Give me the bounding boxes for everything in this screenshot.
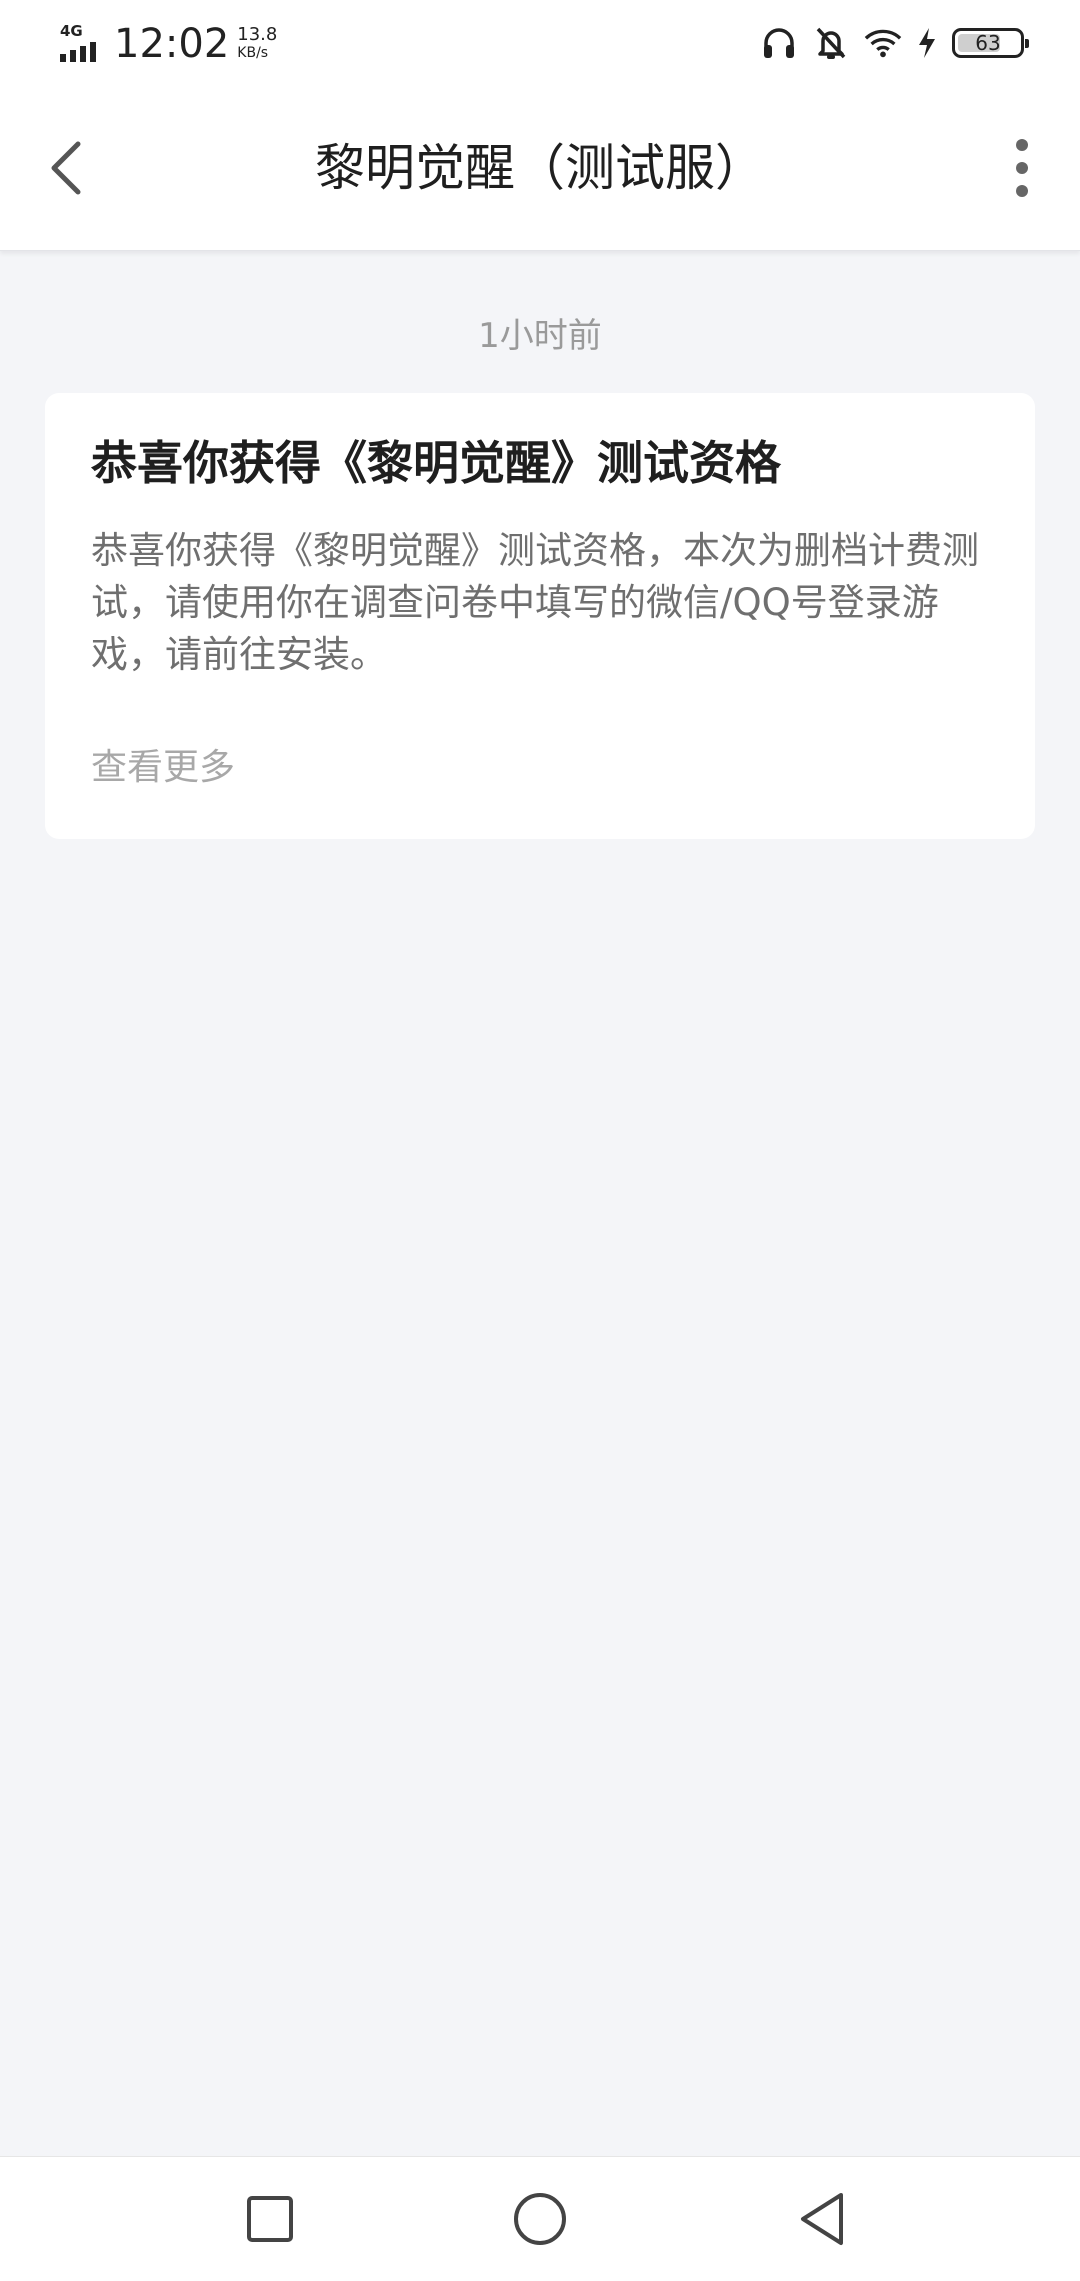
- battery-icon: 63: [952, 28, 1029, 58]
- chevron-left-icon: [51, 141, 81, 195]
- more-vertical-icon-dot: [1016, 139, 1028, 151]
- more-vertical-icon-dot: [1016, 162, 1028, 174]
- headphones-icon: [760, 24, 798, 62]
- message-title: 恭喜你获得《黎明觉醒》测试资格: [91, 436, 781, 490]
- system-back-button[interactable]: [780, 2177, 864, 2261]
- status-time: 12:02: [114, 21, 230, 67]
- app-header: 黎明觉醒（测试服）: [0, 86, 1080, 251]
- square-recents-icon: [247, 2196, 293, 2242]
- network-speed: 13.8 KB/s: [237, 26, 277, 62]
- status-left: 4G 12:02 13.8 KB/s: [56, 18, 277, 70]
- page-title: 黎明觉醒（测试服）: [315, 139, 765, 197]
- home-button[interactable]: [498, 2177, 582, 2261]
- system-nav-bar: [0, 2156, 1080, 2281]
- back-button[interactable]: [28, 128, 104, 208]
- message-card[interactable]: 恭喜你获得《黎明觉醒》测试资格 恭喜你获得《黎明觉醒》测试资格，本次为删档计费测…: [45, 393, 1035, 839]
- more-options-button[interactable]: [992, 128, 1052, 208]
- recents-button[interactable]: [228, 2177, 312, 2261]
- network-speed-value: 13.8: [237, 24, 278, 45]
- message-body: 恭喜你获得《黎明觉醒》测试资格，本次为删档计费测试，请使用你在调查问卷中填写的微…: [91, 529, 979, 676]
- bell-muted-icon: [812, 24, 850, 62]
- battery-level: 63: [975, 31, 1001, 55]
- status-bar: 4G 12:02 13.8 KB/s 63: [0, 0, 1080, 86]
- network-speed-unit: KB/s: [237, 45, 269, 61]
- charging-icon: [916, 24, 938, 62]
- message-timestamp: 1小时前: [478, 316, 602, 356]
- wifi-icon: [864, 24, 902, 62]
- more-vertical-icon-dot: [1016, 185, 1028, 197]
- status-right: 63: [760, 20, 1029, 66]
- triangle-back-icon: [801, 2193, 843, 2245]
- view-more-link[interactable]: 查看更多: [91, 738, 235, 790]
- circle-home-icon: [514, 2193, 566, 2245]
- network-type: 4G: [60, 22, 83, 40]
- cellular-signal-icon: 4G: [56, 22, 106, 66]
